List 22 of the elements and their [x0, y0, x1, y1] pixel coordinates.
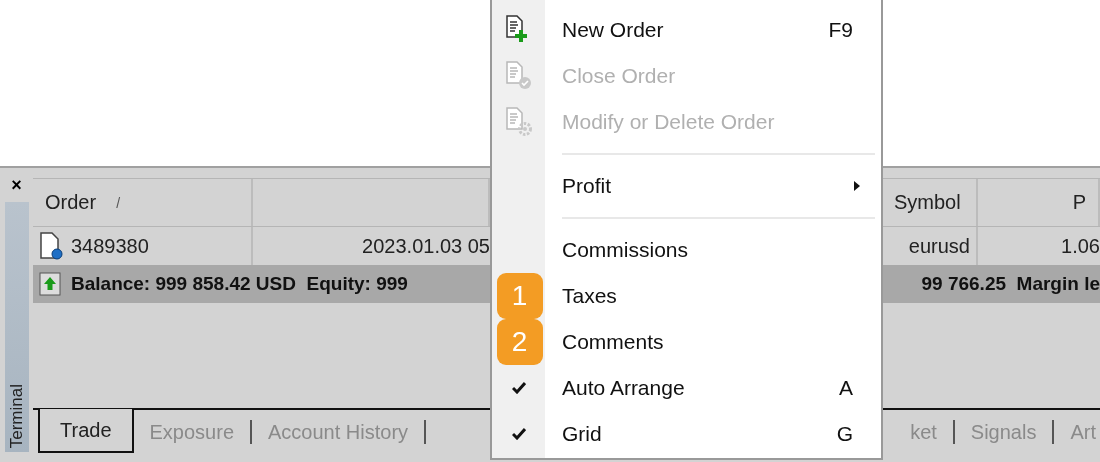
balance-text: Balance: 999 858.42 USD Equity: 999 — [71, 273, 409, 295]
menu-item[interactable]: Auto Arrange A — [492, 365, 881, 411]
table-cell-text: 1.06 — [1060, 233, 1100, 259]
column-header[interactable]: P — [978, 179, 1100, 226]
close-button[interactable]: × — [11, 176, 22, 194]
menu-item[interactable]: New Order F9 — [492, 7, 881, 53]
step-badge: 2 — [496, 319, 543, 365]
menu-item[interactable]: Commissions — [492, 227, 881, 273]
table-cell-text: 2023.01.03 05 — [361, 233, 490, 259]
margin-text: 99 766.25 Margin le — [921, 273, 1100, 295]
menu-item[interactable]: 1 Taxes — [492, 273, 881, 319]
sort-indicator: / — [116, 194, 120, 211]
step-badge: 1 — [496, 273, 543, 319]
column-header[interactable]: Order / — [33, 179, 253, 226]
menu-item[interactable]: 2 Comments — [492, 319, 881, 365]
tab[interactable]: Trade — [38, 409, 134, 453]
document-check-icon — [503, 61, 534, 91]
menu-item[interactable]: Grid G — [492, 411, 881, 457]
panel-title: Terminal — [6, 382, 27, 450]
document-gear-icon — [503, 107, 534, 137]
order-document-icon — [39, 232, 63, 260]
menu-item[interactable]: Profit — [492, 163, 881, 209]
